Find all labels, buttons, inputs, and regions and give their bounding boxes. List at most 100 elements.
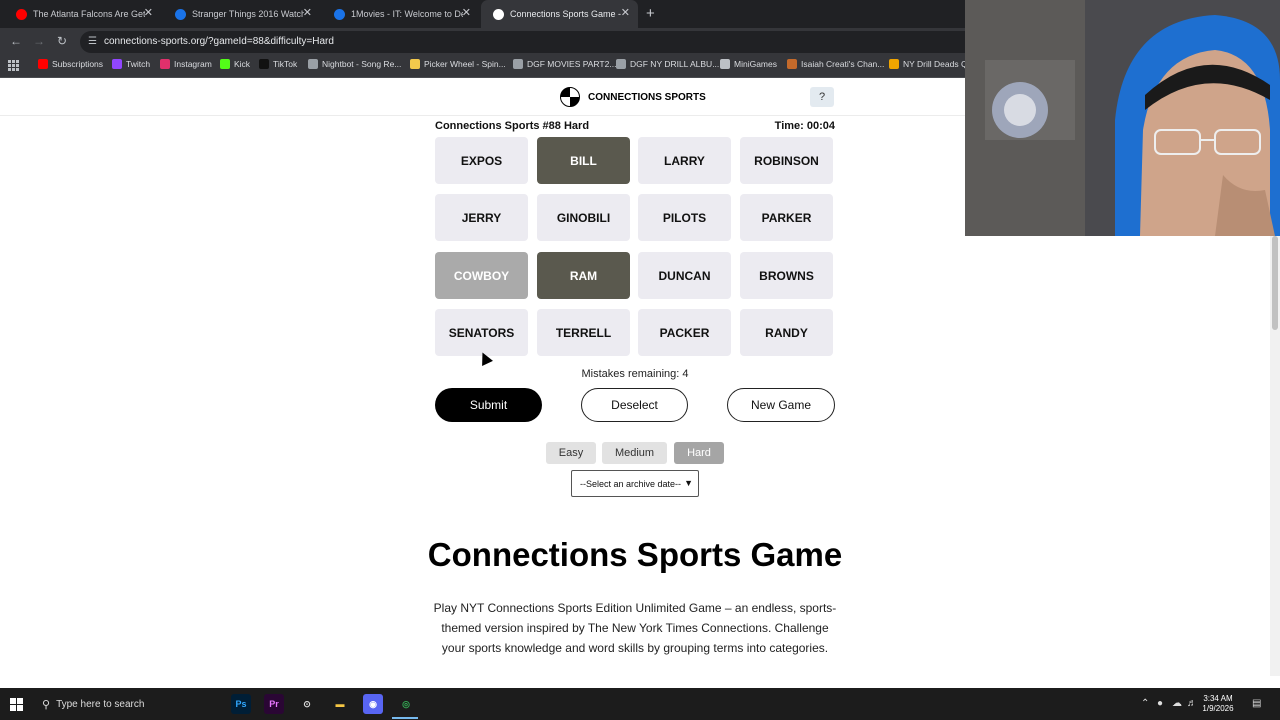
address-bar[interactable]: ☰ connections-sports.org/?gameId=88&diff… [80, 31, 980, 53]
archive-select-value: --Select an archive date-- [580, 478, 682, 489]
system-clock[interactable]: 3:34 AM 1/9/2026 [1196, 694, 1240, 714]
taskbar-search-placeholder: Type here to search [56, 698, 145, 710]
bookmark-label: MiniGames [734, 59, 777, 69]
new-game-button[interactable]: New Game [727, 388, 835, 422]
back-icon[interactable]: ← [10, 34, 22, 48]
tab-title: The Atlanta Falcons Are Getting [33, 9, 145, 19]
bookmark-item[interactable]: Picker Wheel - Spin... [410, 59, 506, 69]
brand-name[interactable]: CONNECTIONS SPORTS [588, 92, 706, 103]
obs-icon[interactable]: ⊙ [297, 694, 317, 714]
archive-date-select[interactable]: --Select an archive date-- ▼ [571, 470, 699, 497]
browser-tab[interactable]: Connections Sports Game - Pla✕ [481, 0, 638, 28]
bookmark-icon [513, 59, 523, 69]
logo-icon[interactable] [560, 87, 580, 107]
microphone-icon[interactable]: ● [1157, 698, 1163, 709]
bookmark-icon [308, 59, 318, 69]
word-tile[interactable]: ROBINSON [740, 137, 833, 184]
bookmark-item[interactable]: Subscriptions [38, 59, 103, 69]
discord-icon[interactable]: ◉ [363, 694, 383, 714]
word-tile[interactable]: BILL [537, 137, 630, 184]
tab-favicon-icon [334, 8, 345, 20]
bookmark-label: Instagram [174, 59, 212, 69]
chrome-icon[interactable]: ◎ [396, 694, 416, 714]
bookmark-item[interactable]: Kick [220, 59, 250, 69]
word-tile[interactable]: COWBOY [435, 252, 528, 299]
premiere-icon[interactable]: Pr [264, 694, 284, 714]
apps-grid-icon[interactable] [8, 60, 19, 71]
difficulty-hard-button[interactable]: Hard [674, 442, 724, 464]
bookmark-label: Twitch [126, 59, 151, 69]
scrollbar-thumb[interactable] [1272, 236, 1278, 330]
difficulty-easy-button[interactable]: Easy [546, 442, 596, 464]
site-info-icon[interactable]: ☰ [88, 36, 97, 47]
bookmark-label: Kick [234, 59, 251, 69]
search-icon: ⚲ [42, 698, 51, 711]
word-tile[interactable]: LARRY [638, 137, 731, 184]
browser-tab[interactable]: The Atlanta Falcons Are Getting✕ [4, 0, 161, 28]
bookmark-item[interactable]: MiniGames [720, 59, 777, 69]
article-heading: Connections Sports Game [427, 536, 843, 573]
bookmark-icon [787, 59, 797, 69]
bookmark-item[interactable]: Isaiah Creati's Chan... [787, 59, 884, 69]
bookmark-icon [720, 59, 730, 69]
word-tile[interactable]: RANDY [740, 309, 833, 356]
deselect-button[interactable]: Deselect [581, 388, 688, 422]
chevron-down-icon: ▼ [684, 478, 693, 488]
active-app-indicator [392, 717, 418, 719]
bookmark-label: TikTok [273, 59, 298, 69]
bookmark-item[interactable]: DGF MOVIES PART2... [513, 59, 616, 69]
file-explorer-icon[interactable]: ▬ [330, 694, 350, 714]
tab-title: Stranger Things 2016 Watch On [192, 9, 304, 19]
word-tile[interactable]: TERRELL [537, 309, 630, 356]
bookmark-item[interactable]: Instagram [160, 59, 212, 69]
notifications-icon[interactable]: ▤ [1252, 698, 1261, 709]
bookmark-item[interactable]: TikTok [259, 59, 297, 69]
mistakes-remaining: Mistakes remaining: 4 [581, 368, 689, 380]
tray-chevron-icon[interactable]: ⌃ [1141, 698, 1149, 709]
bookmark-label: Isaiah Creati's Chan... [801, 59, 885, 69]
help-button[interactable]: ? [810, 87, 834, 107]
taskbar-search[interactable]: ⚲ Type here to search [34, 690, 214, 718]
word-tile[interactable]: PILOTS [638, 194, 731, 241]
reload-icon[interactable]: ↻ [57, 34, 67, 48]
tab-close-icon[interactable]: ✕ [621, 8, 630, 19]
url-text: connections-sports.org/?gameId=88&diffic… [104, 36, 334, 47]
bookmark-icon [259, 59, 269, 69]
bookmark-item[interactable]: DGF NY DRILL ALBU... [616, 59, 719, 69]
tab-close-icon[interactable]: ✕ [303, 8, 312, 19]
bookmark-icon [112, 59, 122, 69]
bookmark-item[interactable]: Nightbot - Song Re... [308, 59, 401, 69]
word-tile[interactable]: EXPOS [435, 137, 528, 184]
word-tile[interactable]: BROWNS [740, 252, 833, 299]
bookmark-label: Nightbot - Song Re... [322, 59, 402, 69]
bookmark-label: Picker Wheel - Spin... [424, 59, 506, 69]
bookmark-item[interactable]: Twitch [112, 59, 150, 69]
bookmark-icon [889, 59, 899, 69]
start-button-icon[interactable] [10, 698, 23, 711]
bookmark-item[interactable]: NY Drill Deads Qu [889, 59, 972, 69]
photoshop-icon[interactable]: Ps [231, 694, 251, 714]
bookmark-label: DGF NY DRILL ALBU... [630, 59, 720, 69]
tab-close-icon[interactable]: ✕ [144, 8, 153, 19]
word-tile[interactable]: RAM [537, 252, 630, 299]
word-tile[interactable]: JERRY [435, 194, 528, 241]
network-icon[interactable]: ☁ [1172, 698, 1182, 709]
forward-icon[interactable]: → [33, 34, 45, 48]
word-tile[interactable]: DUNCAN [638, 252, 731, 299]
browser-tab[interactable]: Stranger Things 2016 Watch On✕ [163, 0, 320, 28]
browser-tab[interactable]: 1Movies - IT: Welcome to Derry✕ [322, 0, 479, 28]
webcam-overlay [965, 0, 1280, 236]
tab-favicon-icon [175, 8, 186, 20]
word-tile[interactable]: PACKER [638, 309, 731, 356]
webcam-feed-image [965, 0, 1280, 236]
difficulty-medium-button[interactable]: Medium [602, 442, 667, 464]
tab-title: 1Movies - IT: Welcome to Derry [351, 9, 463, 19]
tab-close-icon[interactable]: ✕ [462, 8, 471, 19]
new-tab-button[interactable]: + [646, 6, 655, 21]
bookmark-icon [220, 59, 230, 69]
word-tile[interactable]: GINOBILI [537, 194, 630, 241]
word-tile[interactable]: PARKER [740, 194, 833, 241]
word-tile[interactable]: SENATORS [435, 309, 528, 356]
submit-button[interactable]: Submit [435, 388, 542, 422]
windows-taskbar: ⚲ Type here to search Ps Pr ⊙ ▬ ◉ ◎ ⌃ ● ☁ ♬ 3… [0, 688, 1280, 720]
